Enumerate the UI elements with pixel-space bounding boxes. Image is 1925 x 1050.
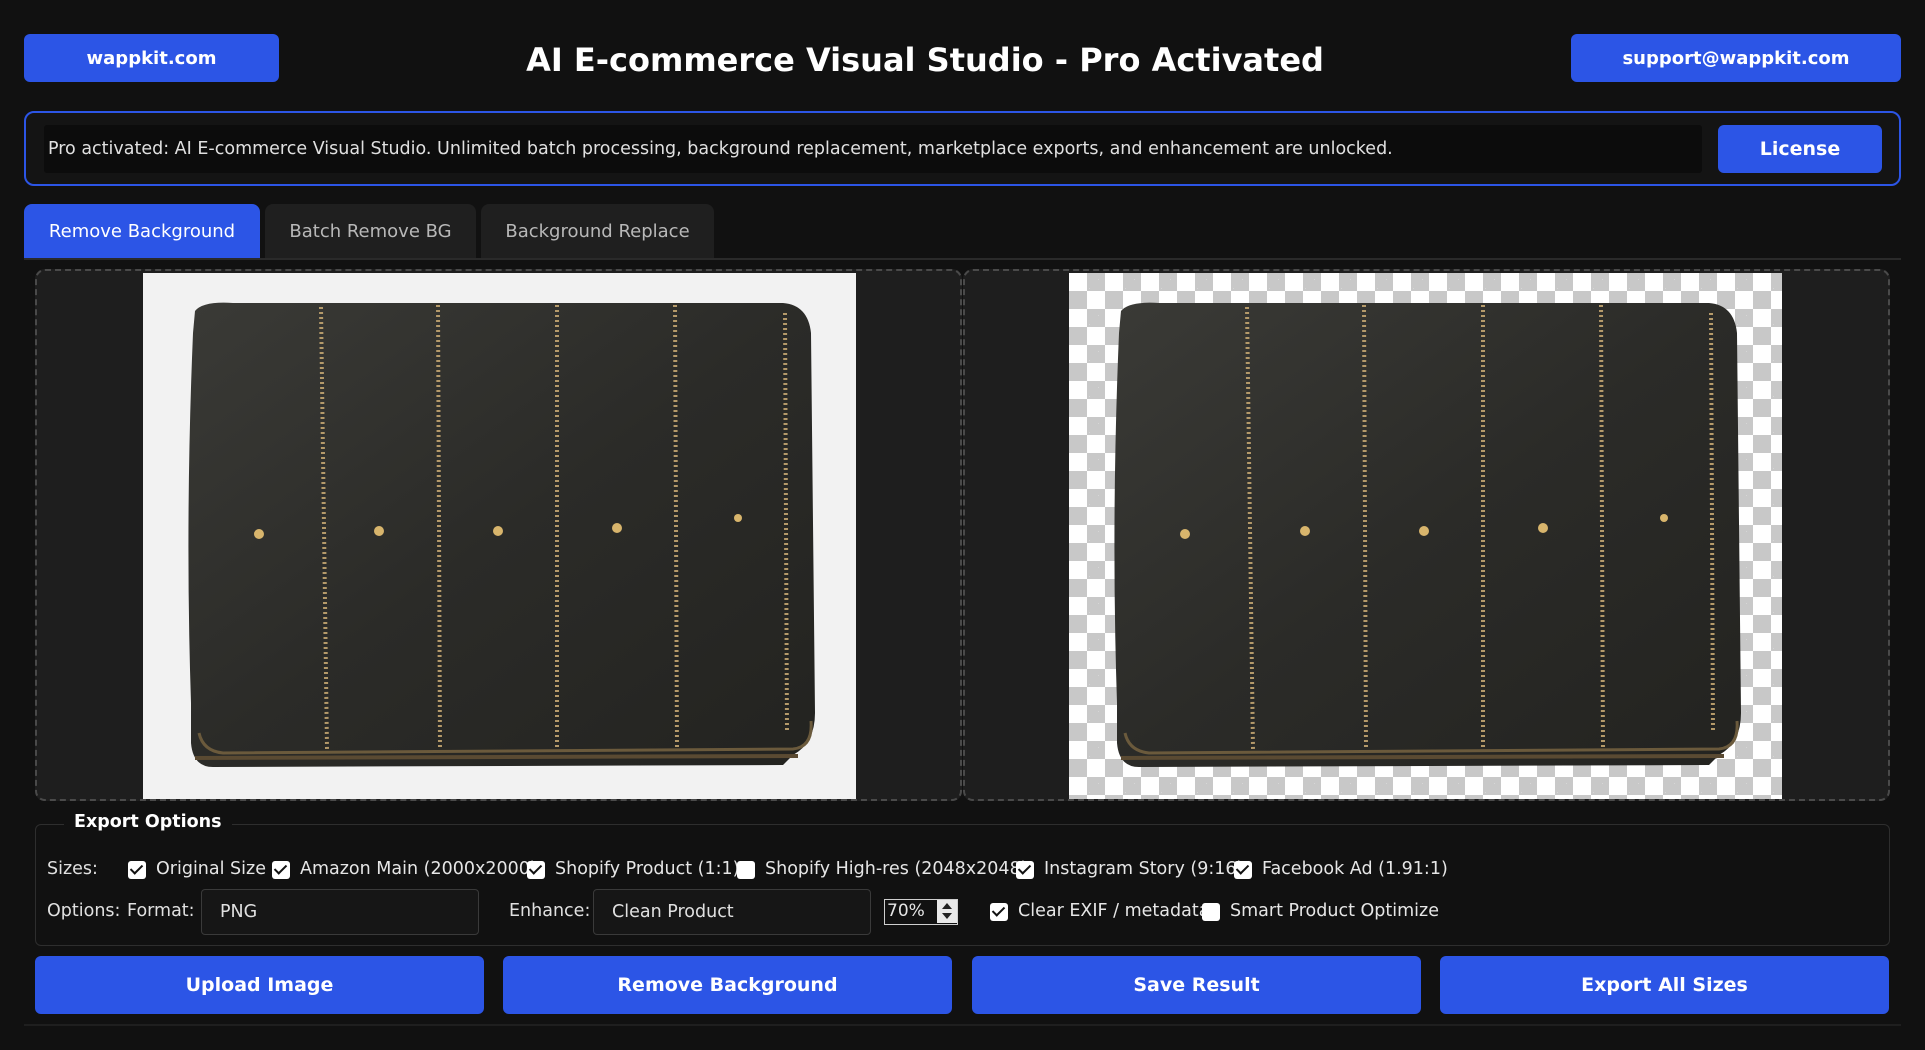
original-product-image [143, 273, 856, 799]
original-size-checkbox[interactable] [128, 861, 146, 879]
original-image-dropzone[interactable] [35, 269, 962, 801]
options-label: Options: [47, 901, 121, 921]
tab-background-replace[interactable]: Background Replace [481, 204, 714, 258]
shopify-highres-label: Shopify High-res (2048x2048) [765, 859, 1028, 879]
sizes-label: Sizes: [47, 859, 98, 879]
shopify-product-label: Shopify Product (1:1) [555, 859, 740, 879]
tabs-divider [24, 258, 1901, 260]
save-result-button[interactable]: Save Result [972, 956, 1421, 1014]
format-label: Format: [127, 901, 195, 921]
smart-optimize-label: Smart Product Optimize [1230, 901, 1439, 921]
enhance-strength-value: 70% [887, 901, 925, 921]
export-options-legend: Export Options [64, 812, 232, 832]
remove-background-button[interactable]: Remove Background [503, 956, 952, 1014]
shopify-product-checkbox[interactable] [527, 861, 545, 879]
instagram-story-label: Instagram Story (9:16) [1044, 859, 1244, 879]
clear-exif-label: Clear EXIF / metadata [1018, 901, 1210, 921]
tab-batch-remove-bg[interactable]: Batch Remove BG [265, 204, 476, 258]
result-product-image [1069, 273, 1782, 799]
smart-optimize-checkbox[interactable] [1202, 903, 1220, 921]
support-email-button[interactable]: support@wappkit.com [1571, 34, 1901, 82]
page-title: AI E-commerce Visual Studio - Pro Activa… [526, 41, 1324, 79]
wappkit-link-button[interactable]: wappkit.com [24, 34, 279, 82]
amazon-main-checkbox[interactable] [272, 861, 290, 879]
license-button[interactable]: License [1718, 125, 1882, 173]
clear-exif-checkbox[interactable] [990, 903, 1008, 921]
shopify-highres-checkbox[interactable] [737, 861, 755, 879]
enhance-select[interactable]: Clean Product [593, 889, 871, 935]
footer-divider [24, 1024, 1901, 1026]
format-select[interactable]: PNG [201, 889, 479, 935]
enhance-strength-stepper[interactable]: 70% [884, 899, 958, 925]
result-image-preview [963, 269, 1890, 801]
upload-image-button[interactable]: Upload Image [35, 956, 484, 1014]
amazon-main-label: Amazon Main (2000x2000) [300, 859, 537, 879]
facebook-ad-checkbox[interactable] [1234, 861, 1252, 879]
activation-banner: Pro activated: AI E-commerce Visual Stud… [24, 111, 1901, 186]
facebook-ad-label: Facebook Ad (1.91:1) [1262, 859, 1448, 879]
export-all-sizes-button[interactable]: Export All Sizes [1440, 956, 1889, 1014]
activation-message: Pro activated: AI E-commerce Visual Stud… [44, 125, 1702, 173]
tab-remove-background[interactable]: Remove Background [24, 204, 260, 258]
original-size-label: Original Size [156, 859, 266, 879]
stepper-arrows-icon[interactable] [937, 900, 957, 923]
instagram-story-checkbox[interactable] [1016, 861, 1034, 879]
enhance-label: Enhance: [509, 901, 591, 921]
